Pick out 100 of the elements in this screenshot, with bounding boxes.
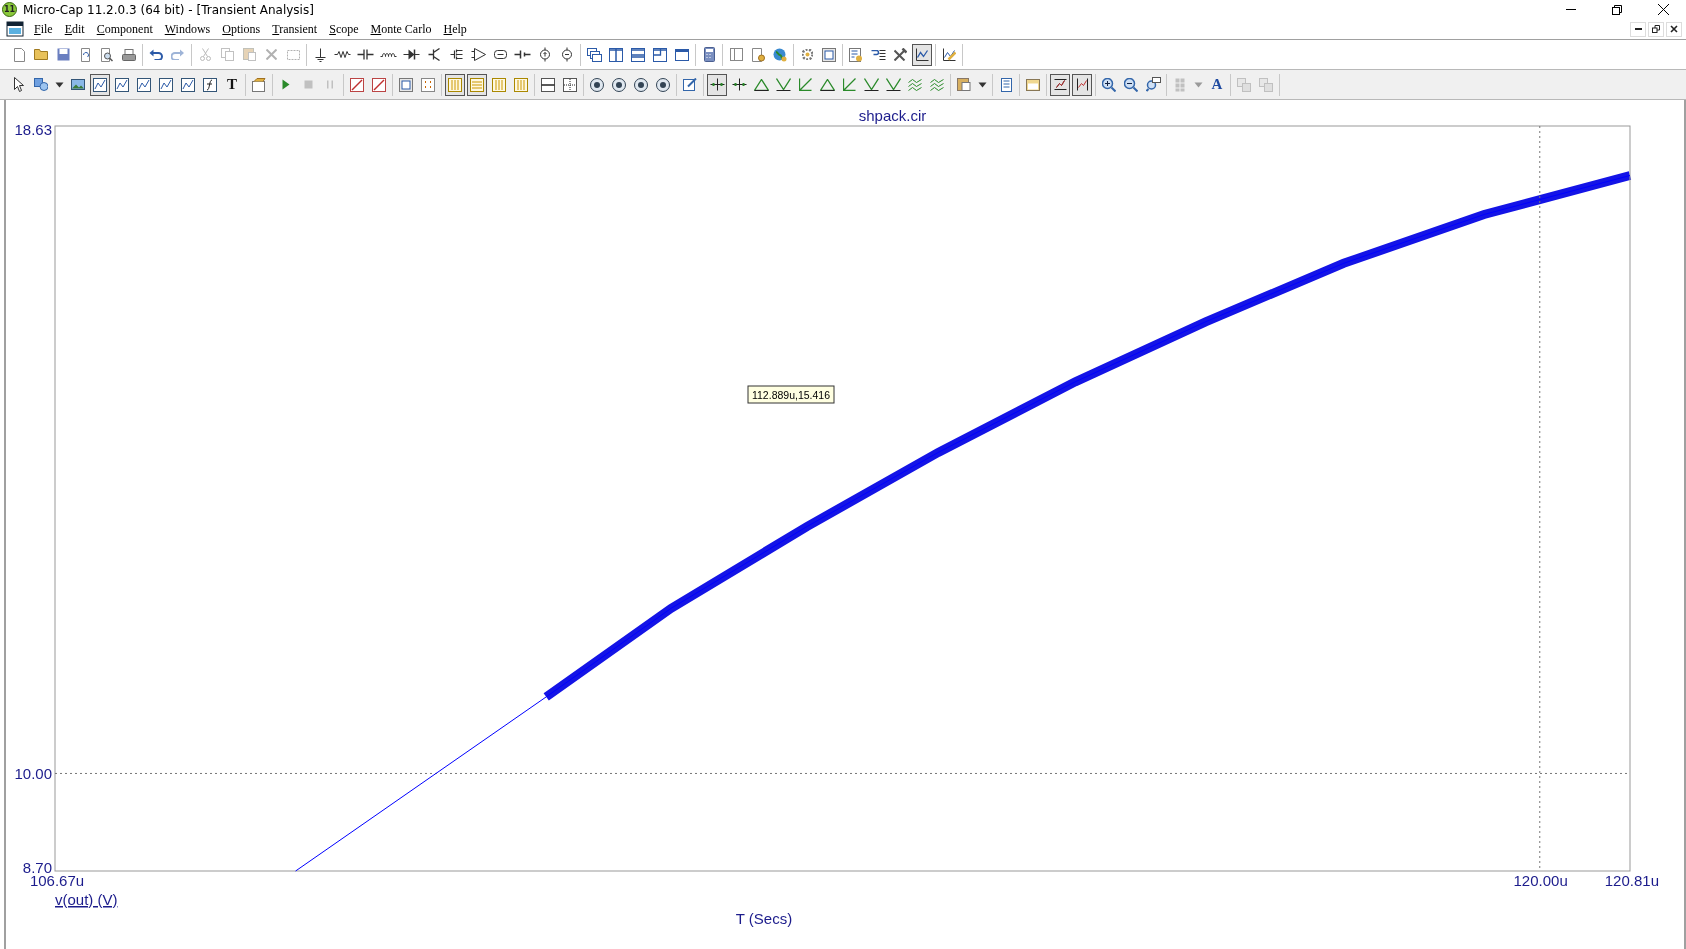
diagonal-graph-icon <box>350 77 364 92</box>
play-icon <box>282 79 290 90</box>
close-icon <box>1670 25 1678 33</box>
circle-button-icon <box>634 77 648 92</box>
minimize-button[interactable] <box>1630 21 1646 37</box>
toolbar-button[interactable] <box>467 73 487 96</box>
x-axis-label: T (Secs) <box>735 910 793 927</box>
tile-horizontal-icon <box>631 47 645 62</box>
cursor-tool-icon <box>709 78 725 91</box>
list-icon <box>870 49 886 60</box>
subcircuit-icon <box>493 50 507 59</box>
printer-icon <box>122 48 136 61</box>
resistor-icon <box>334 51 351 58</box>
tile-vertical-icon <box>609 47 623 62</box>
calendar-icon <box>1026 78 1040 91</box>
globe-icon <box>773 47 787 62</box>
caret-icon <box>1194 81 1203 88</box>
cursor-tool-icon <box>731 78 747 91</box>
window-icon <box>675 48 689 61</box>
x-axis-tick-label: 120.81u <box>1604 872 1659 889</box>
gear-icon <box>801 49 813 60</box>
zoom-in-icon <box>1102 77 1116 92</box>
inductor-icon <box>380 52 397 57</box>
vertical-bars-icon <box>514 77 528 92</box>
redo-icon <box>171 48 185 61</box>
print-preview-icon <box>101 47 113 62</box>
menu-item[interactable]: Monte Carlo <box>364 21 438 37</box>
current-source-icon <box>540 47 550 62</box>
text-tool-button[interactable]: T <box>222 73 242 96</box>
paste-icon <box>242 48 256 61</box>
edit-note-icon <box>683 78 697 91</box>
diagonal-graph-icon <box>372 77 386 92</box>
properties-icon <box>252 77 266 92</box>
ground-symbol-icon <box>314 47 326 62</box>
frame-icon <box>822 47 836 62</box>
image-icon <box>71 79 85 90</box>
document-window-icon[interactable] <box>6 21 24 37</box>
stacked-squares-icon <box>1237 77 1251 92</box>
notes-icon <box>1000 77 1012 92</box>
graph-icon <box>93 77 107 92</box>
menu-item[interactable]: Scope <box>323 21 365 37</box>
zoom-out-icon <box>1124 77 1138 92</box>
close-button[interactable] <box>1666 21 1682 37</box>
coordinate-tooltip: 112.889u,15.416 <box>747 385 835 404</box>
transistor-icon <box>428 48 440 61</box>
tools-icon <box>893 48 907 61</box>
circle-button-icon <box>590 77 604 92</box>
toolbar-button[interactable] <box>707 73 727 96</box>
mosfet-icon <box>449 49 463 60</box>
vertical-bars-icon <box>492 77 506 92</box>
battery-icon <box>514 50 531 59</box>
menu-item[interactable]: Options <box>216 21 267 37</box>
trace-legend-link[interactable]: v(out) (V) <box>55 891 118 908</box>
circle-button-icon <box>656 77 670 92</box>
valley-icon <box>775 78 791 91</box>
caret-icon <box>978 81 987 88</box>
function-icon <box>203 77 217 92</box>
checklist-icon <box>849 47 863 62</box>
toolbar-button[interactable] <box>912 43 932 66</box>
refresh-document-icon <box>80 47 90 62</box>
plot-edit-icon <box>942 48 956 61</box>
y-axis-tick-label: 10.00 <box>14 765 52 783</box>
tiles-icon <box>1175 77 1185 92</box>
peak-icon <box>819 78 835 91</box>
new-document-icon <box>13 47 25 62</box>
restore-icon <box>1612 4 1622 15</box>
cross-grid-icon <box>563 77 577 92</box>
menu-item[interactable]: Edit <box>58 21 91 37</box>
font-button[interactable]: A <box>1207 73 1227 96</box>
undo-icon <box>149 48 163 61</box>
folder-icon <box>34 49 48 60</box>
slope-icon <box>798 78 812 91</box>
toolbar-button[interactable] <box>90 73 110 96</box>
scissors-icon <box>199 48 211 61</box>
minimize-icon <box>1566 9 1576 10</box>
stacked-squares-icon <box>1259 77 1273 92</box>
settings-document-icon <box>751 47 765 62</box>
circle-button-icon <box>612 77 626 92</box>
menu-item[interactable]: File <box>28 21 59 37</box>
stop-icon <box>303 80 313 89</box>
cascade-windows-icon <box>586 47 602 62</box>
pause-icon <box>327 80 333 89</box>
restore-button[interactable] <box>1648 21 1664 37</box>
menu-item[interactable]: Windows <box>158 21 217 37</box>
caret-icon <box>55 81 64 88</box>
valley-icon <box>885 78 901 91</box>
menu-item[interactable]: Component <box>90 21 159 37</box>
horizontal-bars-icon <box>470 77 484 92</box>
chart-title: shpack.cir <box>858 107 927 124</box>
plot-icon <box>915 48 929 61</box>
stacked-waves-icon <box>930 78 944 91</box>
close-icon <box>1657 4 1669 15</box>
restore-icon <box>1652 25 1660 33</box>
delete-icon <box>265 49 277 60</box>
zoom-icon <box>1145 77 1161 92</box>
menu-item[interactable]: Transient <box>266 21 324 37</box>
toolbar-button[interactable] <box>1050 73 1070 96</box>
toolbar-button[interactable] <box>445 73 465 96</box>
menu-item[interactable]: Help <box>437 21 473 37</box>
toolbar-button[interactable] <box>1072 73 1092 96</box>
